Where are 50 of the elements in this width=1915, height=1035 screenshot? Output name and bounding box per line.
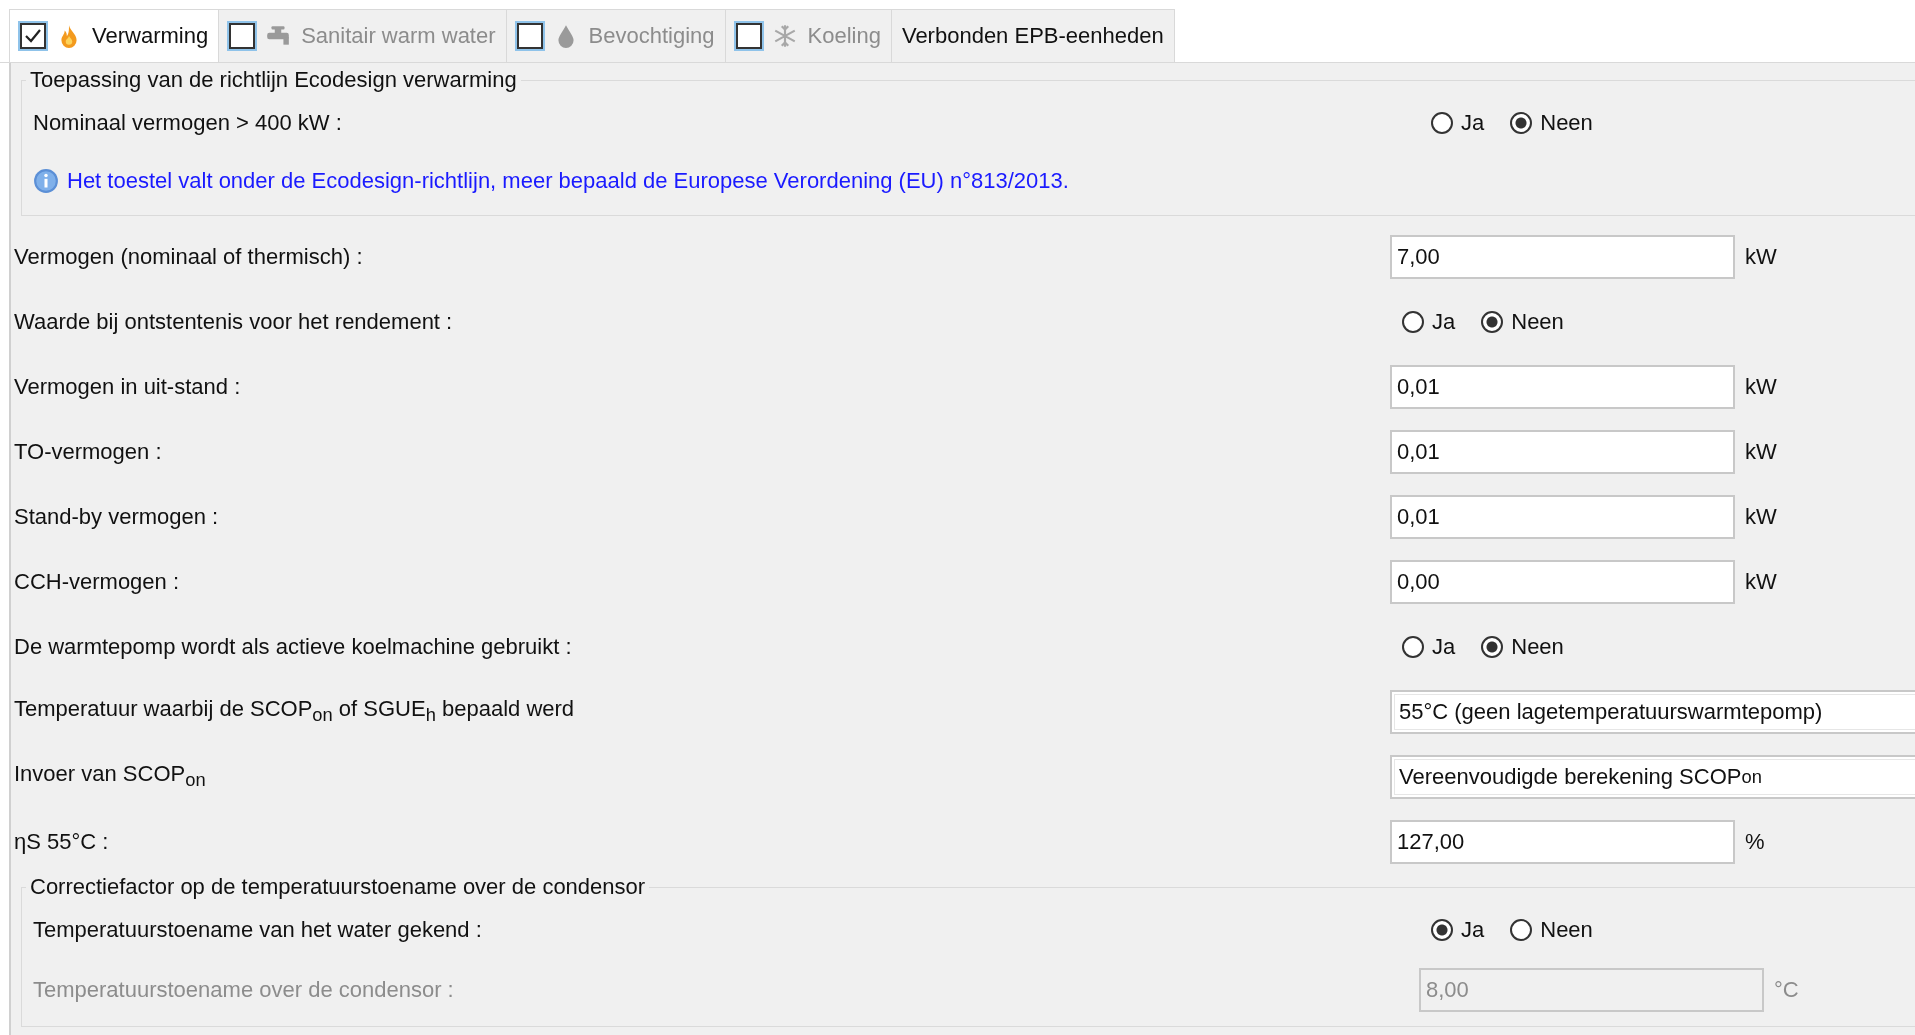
- field-label: Temperatuurstoename van het water gekend :: [33, 917, 482, 942]
- input-field[interactable]: 0,01: [1390, 429, 1735, 474]
- radio-label[interactable]: Ja: [1461, 917, 1485, 943]
- field-label: Stand-by vermogen :: [14, 503, 219, 529]
- input-field[interactable]: 0,01: [1390, 494, 1735, 539]
- group-title: Toepassing van de richtlijn Ecodesign verwarming: [29, 67, 518, 93]
- unit-label: kW: [1745, 568, 1777, 595]
- radio-button[interactable]: [1431, 112, 1453, 134]
- unit-label: kW: [1745, 503, 1777, 530]
- radio-label[interactable]: Ja: [1432, 308, 1456, 335]
- input-field[interactable]: 127,00: [1390, 819, 1735, 864]
- input-field[interactable]: 0,00: [1390, 559, 1735, 604]
- input-field[interactable]: 7,00: [1390, 234, 1735, 279]
- field-label: Waarde bij ontstentenis voor het rendement :: [14, 308, 453, 334]
- field-label: Nominaal vermogen > 400 kW :: [33, 110, 342, 135]
- field-label: ηS 55°C :: [14, 828, 109, 854]
- tab[interactable]: Verbonden EPB-eenheden: [890, 9, 1175, 62]
- unit-label: %: [1745, 828, 1765, 855]
- radio-label[interactable]: Ja: [1461, 110, 1485, 136]
- radio-button[interactable]: [1481, 635, 1504, 658]
- group-title: Correctiefactor op de temperatuurstoename over de condensor: [29, 874, 647, 900]
- field-label: Temperatuur waarbij de SCOP$_{on}$ of SGUE$_{h}$ bepaald werd: [14, 696, 575, 722]
- checkbox[interactable]: [20, 23, 46, 49]
- unit-label: °C: [1774, 977, 1799, 1003]
- field-label: Vermogen in uit-stand :: [14, 373, 241, 399]
- field-label: Vermogen (nominaal of thermisch) :: [14, 243, 363, 269]
- field-label: De warmtepomp wordt als actieve koelmachine gebruikt :: [14, 633, 572, 659]
- unit-label: kW: [1745, 243, 1777, 270]
- field-label: Temperatuurstoename over de condensor :: [33, 977, 454, 1002]
- radio-label[interactable]: Neen: [1540, 917, 1593, 943]
- radio-button[interactable]: [1510, 112, 1533, 134]
- field-label: TO-vermogen :: [14, 438, 162, 464]
- dropdown[interactable]: 55°C (geen lagetemperatuurswarmtepomp): [1390, 689, 1915, 734]
- info-icon: [33, 168, 59, 194]
- radio-label[interactable]: Neen: [1511, 633, 1564, 660]
- unit-label: kW: [1745, 373, 1777, 400]
- field-label: CCH-vermogen :: [14, 568, 180, 594]
- radio-button[interactable]: [1402, 310, 1424, 333]
- radio-button[interactable]: [1431, 919, 1453, 941]
- radio-label[interactable]: Neen: [1540, 110, 1593, 136]
- radio-label[interactable]: Ja: [1432, 633, 1456, 660]
- tab[interactable]: Verwarming: [9, 9, 220, 62]
- radio-label[interactable]: Neen: [1511, 308, 1564, 335]
- radio-button[interactable]: [1481, 310, 1504, 333]
- info-text: Het toestel valt onder de Ecodesign-richtlijn, meer bepaald de Europese Verordening (EU) n°813/2013.: [67, 168, 1069, 194]
- radio-button[interactable]: [1402, 635, 1424, 658]
- field-label: Invoer van SCOP$_{on}$: [14, 761, 206, 787]
- input-field[interactable]: 0,01: [1390, 364, 1735, 409]
- radio-button[interactable]: [1510, 919, 1533, 941]
- unit-label: kW: [1745, 438, 1777, 465]
